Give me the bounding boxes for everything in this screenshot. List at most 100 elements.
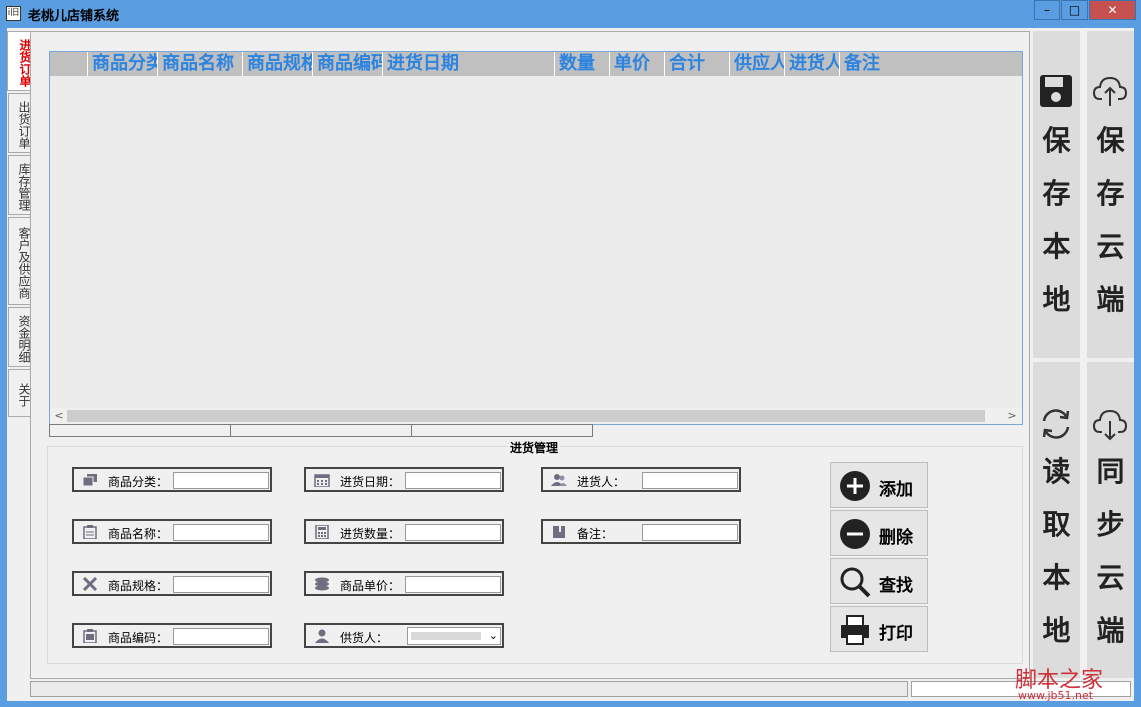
save-local-char: 地 xyxy=(1042,283,1071,316)
save-local-char: 本 xyxy=(1042,230,1071,263)
horizontal-scrollbar[interactable]: < > xyxy=(50,408,1022,424)
delete-button[interactable]: 删除 xyxy=(830,510,928,556)
grid-header-supplier[interactable]: 供应人 xyxy=(730,52,785,76)
add-button[interactable]: 添加 xyxy=(830,462,928,508)
users-icon xyxy=(551,473,567,487)
group-title: 进货管理 xyxy=(508,439,561,456)
grid-header-note[interactable]: 备注 xyxy=(840,52,1022,76)
purchase-panel: 商品分类 商品名称 商品规格 商品编码 进货日期 数量 单价 合计 供应人 进货… xyxy=(30,31,1030,679)
tab-purchase-orders[interactable]: 进货订单 xyxy=(7,31,32,91)
save-local-button[interactable]: 保 存 本 地 xyxy=(1033,31,1080,358)
name-input[interactable] xyxy=(173,524,269,541)
calculator-icon xyxy=(314,524,330,540)
grid-header-price[interactable]: 单价 xyxy=(610,52,665,76)
refresh-icon xyxy=(1042,409,1070,439)
price-label: 商品单价： xyxy=(340,579,401,593)
grid-header-total[interactable]: 合计 xyxy=(665,52,730,76)
grid-header-date[interactable]: 进货日期 xyxy=(383,52,555,76)
grid-footer-cell xyxy=(230,424,412,437)
scroll-right-icon[interactable]: > xyxy=(1005,408,1019,424)
category-input[interactable] xyxy=(173,472,269,489)
save-cloud-char: 端 xyxy=(1096,283,1125,316)
date-input[interactable] xyxy=(405,472,501,489)
buyer-label: 进货人： xyxy=(577,475,626,489)
tab-customers-suppliers[interactable]: 客户及供应商 xyxy=(8,217,31,305)
search-icon xyxy=(840,567,871,598)
qty-label: 进货数量： xyxy=(340,527,401,541)
note-input[interactable] xyxy=(642,524,738,541)
coins-icon xyxy=(314,577,330,591)
code-input[interactable] xyxy=(173,628,269,645)
sync-cloud-char: 端 xyxy=(1096,614,1125,647)
save-cloud-char: 保 xyxy=(1096,124,1125,157)
grid-header-code[interactable]: 商品编码 xyxy=(313,52,383,76)
qty-input[interactable] xyxy=(405,524,501,541)
close-button[interactable]: ✕ xyxy=(1089,0,1136,20)
purchase-grid[interactable]: 商品分类 商品名称 商品规格 商品编码 进货日期 数量 单价 合计 供应人 进货… xyxy=(49,51,1023,425)
maximize-button[interactable]: □ xyxy=(1061,0,1088,20)
minimize-button[interactable]: – xyxy=(1034,0,1060,20)
tab-about[interactable]: 关于 xyxy=(8,369,31,417)
qty-field: 进货数量： xyxy=(304,519,504,544)
tools-icon xyxy=(82,576,98,592)
client-area: 进货订单 出货订单 库存管理 客户及供应商 资金明细 关于 商品分类 商品名称 … xyxy=(7,28,1134,701)
layers-icon xyxy=(82,473,98,487)
search-label: 查找 xyxy=(879,576,913,596)
watermark-url: www.jb51.net xyxy=(1018,689,1094,702)
read-local-button[interactable]: 读 取 本 地 xyxy=(1033,362,1080,678)
grid-header-name[interactable]: 商品名称 xyxy=(158,52,243,76)
save-cloud-char: 存 xyxy=(1096,177,1125,210)
print-label: 打印 xyxy=(879,624,913,644)
grid-header-buyer[interactable]: 进货人 xyxy=(785,52,840,76)
buyer-input[interactable] xyxy=(642,472,738,489)
save-cloud-char: 云 xyxy=(1096,230,1125,263)
read-local-char: 读 xyxy=(1042,455,1071,488)
floppy-disk-icon xyxy=(1040,75,1072,107)
tab-sales-orders[interactable]: 出货订单 xyxy=(8,93,31,153)
code-label: 商品编码： xyxy=(108,631,169,645)
price-input[interactable] xyxy=(405,576,501,593)
supplier-field: 供货人： ⌄ xyxy=(304,623,504,648)
grid-header-spec[interactable]: 商品规格 xyxy=(243,52,313,76)
spec-label: 商品规格： xyxy=(108,579,169,593)
add-label: 添加 xyxy=(879,480,913,500)
barcode-box-icon xyxy=(82,629,98,644)
minus-circle-icon xyxy=(840,519,870,549)
chevron-down-icon[interactable]: ⌄ xyxy=(489,629,498,642)
grid-header-qty[interactable]: 数量 xyxy=(555,52,610,76)
tab-inventory[interactable]: 库存管理 xyxy=(8,155,31,215)
name-field: 商品名称： xyxy=(72,519,272,544)
date-label: 进货日期： xyxy=(340,475,401,489)
note-label: 备注： xyxy=(577,527,614,541)
search-button[interactable]: 查找 xyxy=(830,558,928,604)
delete-label: 删除 xyxy=(879,528,913,548)
calendar-icon xyxy=(314,473,330,488)
buyer-field: 进货人： xyxy=(541,467,741,492)
sync-cloud-button[interactable]: 同 步 云 端 xyxy=(1087,362,1134,678)
spec-input[interactable] xyxy=(173,576,269,593)
grid-header: 商品分类 商品名称 商品规格 商品编码 进货日期 数量 单价 合计 供应人 进货… xyxy=(50,52,1022,76)
code-field: 商品编码： xyxy=(72,623,272,648)
save-local-char: 存 xyxy=(1042,177,1071,210)
name-label: 商品名称： xyxy=(108,527,169,541)
read-local-char: 本 xyxy=(1042,561,1071,594)
window-title: 老桃儿店铺系统 xyxy=(28,9,120,24)
print-button[interactable]: 打印 xyxy=(830,606,928,652)
sync-cloud-char: 云 xyxy=(1096,561,1125,594)
price-field: 商品单价： xyxy=(304,571,504,596)
supplier-select[interactable]: ⌄ xyxy=(407,627,501,645)
category-field: 商品分类： xyxy=(72,467,272,492)
spec-field: 商品规格： xyxy=(72,571,272,596)
tab-funds[interactable]: 资金明细 xyxy=(8,307,31,367)
grid-header-category[interactable]: 商品分类 xyxy=(88,52,158,76)
scroll-left-icon[interactable]: < xyxy=(52,408,66,424)
grid-header-cell-blank[interactable] xyxy=(50,52,88,76)
save-cloud-button[interactable]: 保 存 云 端 xyxy=(1087,31,1134,358)
save-local-char: 保 xyxy=(1042,124,1071,157)
category-label: 商品分类： xyxy=(108,475,169,489)
scroll-thumb[interactable] xyxy=(67,410,985,422)
cloud-upload-icon xyxy=(1093,76,1127,106)
plus-circle-icon xyxy=(840,471,870,501)
read-local-char: 地 xyxy=(1042,614,1071,647)
purchase-management-group: 进货管理 商品分类： 商品名称： 商品规格： 商品编码： 进货日期： 进货数量：… xyxy=(47,439,1023,664)
